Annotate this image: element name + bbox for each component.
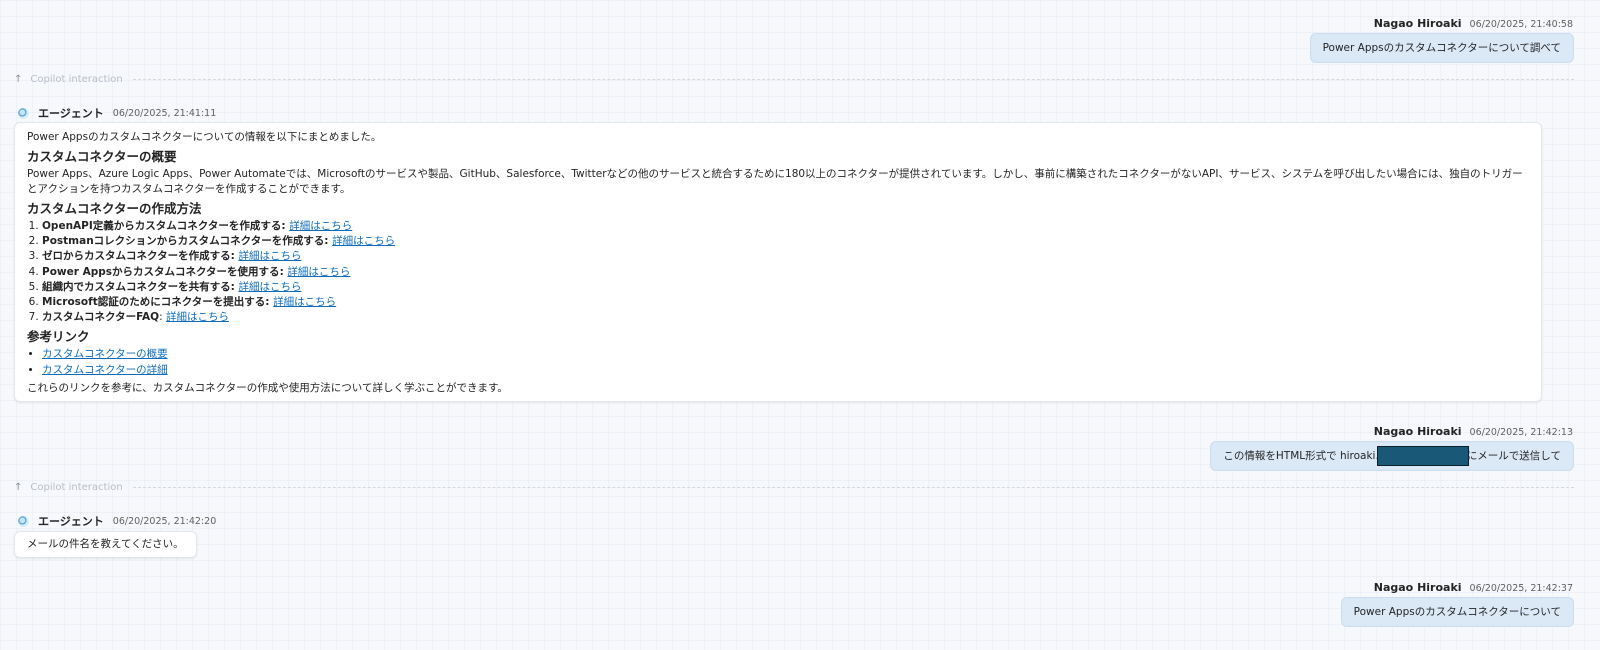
user-message-header: Nagao Hiroaki 06/20/2025, 21:42:13 [1374, 425, 1573, 438]
divider-line [132, 79, 1574, 80]
copilot-interaction-label: Copilot interaction [30, 74, 123, 85]
agent-message-bubble: Power Appsのカスタムコネクターについての情報を以下にまとめました。 カ… [14, 122, 1542, 402]
step-label: Microsoft認証のためにコネクターを提出する [42, 296, 266, 309]
heading-references: 参考リンク [27, 329, 90, 345]
step-label: ゼロからカスタムコネクターを作成する [42, 250, 231, 263]
heading-overview: カスタムコネクターの概要 [27, 149, 177, 164]
step-label: Power Appsからカスタムコネクターを使用する [42, 265, 280, 278]
step-label: カスタムコネクターFAQ [42, 311, 160, 324]
details-link[interactable]: 詳細はこちら [287, 266, 350, 278]
list-item: OpenAPI定義からカスタムコネクターを作成する: 詳細はこちら [42, 219, 1529, 234]
user-name: Nagao Hiroaki [1373, 581, 1462, 594]
step-label: OpenAPI定義からカスタムコネクターを作成する [42, 220, 282, 232]
overview-text: Power Apps、Azure Logic Apps、Power Automa… [27, 168, 1523, 195]
arrow-up-icon: ↑ [14, 482, 23, 493]
list-item: ゼロからカスタムコネクターを作成する: 詳細はこちら [42, 249, 1529, 264]
details-link[interactable]: 詳細はこちら [332, 235, 395, 247]
details-link[interactable]: 詳細はこちら [238, 250, 301, 262]
user-message-text: Power Appsのカスタムコネクターについて調べて [1322, 42, 1561, 54]
list-item: Microsoft認証のためにコネクターを提出する: 詳細はこちら [42, 295, 1529, 310]
agent-name: エージェント [38, 107, 104, 120]
message-timestamp: 06/20/2025, 21:41:11 [112, 107, 217, 119]
agent-avatar-icon [18, 515, 29, 527]
user-message-text: Power Appsのカスタムコネクターについて [1353, 606, 1561, 618]
user-message-bubble: Power Appsのカスタムコネクターについて調べて [1309, 33, 1574, 63]
user-message-text: この情報をHTML形式で hiroaki. [1223, 450, 1379, 462]
user-name: Nagao Hiroaki [1373, 17, 1462, 30]
agent-message-header: エージェント 06/20/2025, 21:41:11 [18, 105, 216, 121]
agent-message-header: エージェント 06/20/2025, 21:42:20 [18, 513, 216, 529]
list-item: カスタムコネクターの概要 [42, 347, 1529, 362]
intro-text: Power Appsのカスタムコネクターについての情報を以下にまとめました。 [27, 131, 382, 143]
user-message-header: Nagao Hiroaki 06/20/2025, 21:40:58 [1374, 17, 1573, 30]
copilot-interaction-label: Copilot interaction [30, 482, 123, 493]
agent-avatar-icon [18, 107, 29, 119]
user-message-header: Nagao Hiroaki 06/20/2025, 21:42:37 [1374, 581, 1573, 594]
copilot-interaction-divider[interactable]: ↑ Copilot interaction [14, 74, 1574, 85]
list-item: Power Appsからカスタムコネクターを使用する: 詳細はこちら [42, 265, 1529, 280]
step-label: Postmanコレクションからカスタムコネクターを作成する [42, 235, 325, 248]
details-link[interactable]: 詳細はこちら [273, 296, 336, 308]
copilot-interaction-divider[interactable]: ↑ Copilot interaction [14, 482, 1574, 493]
list-item: カスタムコネクターFAQ: 詳細はこちら [42, 310, 1529, 325]
reference-link[interactable]: カスタムコネクターの概要 [42, 348, 168, 360]
reference-list: カスタムコネクターの概要 カスタムコネクターの詳細 [27, 347, 1529, 377]
list-item: カスタムコネクターの詳細 [42, 363, 1529, 378]
agent-message-bubble: メールの件名を教えてください。 [14, 531, 197, 558]
list-item: Postmanコレクションからカスタムコネクターを作成する: 詳細はこちら [42, 234, 1529, 249]
redacted-block [1376, 446, 1469, 466]
reference-link[interactable]: カスタムコネクターの詳細 [42, 364, 168, 376]
message-timestamp: 06/20/2025, 21:42:13 [1469, 427, 1573, 438]
user-name: Nagao Hiroaki [1373, 425, 1462, 438]
user-message-bubble: Power Appsのカスタムコネクターについて [1340, 597, 1574, 627]
agent-name: エージェント [38, 515, 104, 528]
outro-text: これらのリンクを参考に、カスタムコネクターの作成や使用方法について詳しく学ぶこと… [27, 381, 508, 394]
heading-howto: カスタムコネクターの作成方法 [27, 201, 202, 216]
steps-list: OpenAPI定義からカスタムコネクターを作成する: 詳細はこちら Postma… [27, 219, 1529, 325]
user-message-text: にメールで送信して [1466, 450, 1561, 462]
details-link[interactable]: 詳細はこちら [166, 311, 229, 323]
divider-line [132, 487, 1574, 488]
step-label: 組織内でカスタムコネクターを共有する [42, 280, 231, 293]
message-timestamp: 06/20/2025, 21:42:37 [1469, 583, 1573, 594]
list-item: 組織内でカスタムコネクターを共有する: 詳細はこちら [42, 280, 1529, 295]
message-timestamp: 06/20/2025, 21:42:20 [112, 515, 217, 527]
details-link[interactable]: 詳細はこちら [289, 220, 352, 232]
arrow-up-icon: ↑ [14, 74, 23, 85]
user-message-bubble: この情報をHTML形式で hiroaki. にメールで送信して [1210, 441, 1574, 471]
message-timestamp: 06/20/2025, 21:40:58 [1469, 19, 1573, 30]
details-link[interactable]: 詳細はこちら [238, 281, 301, 293]
agent-message-text: メールの件名を教えてください。 [27, 538, 184, 550]
